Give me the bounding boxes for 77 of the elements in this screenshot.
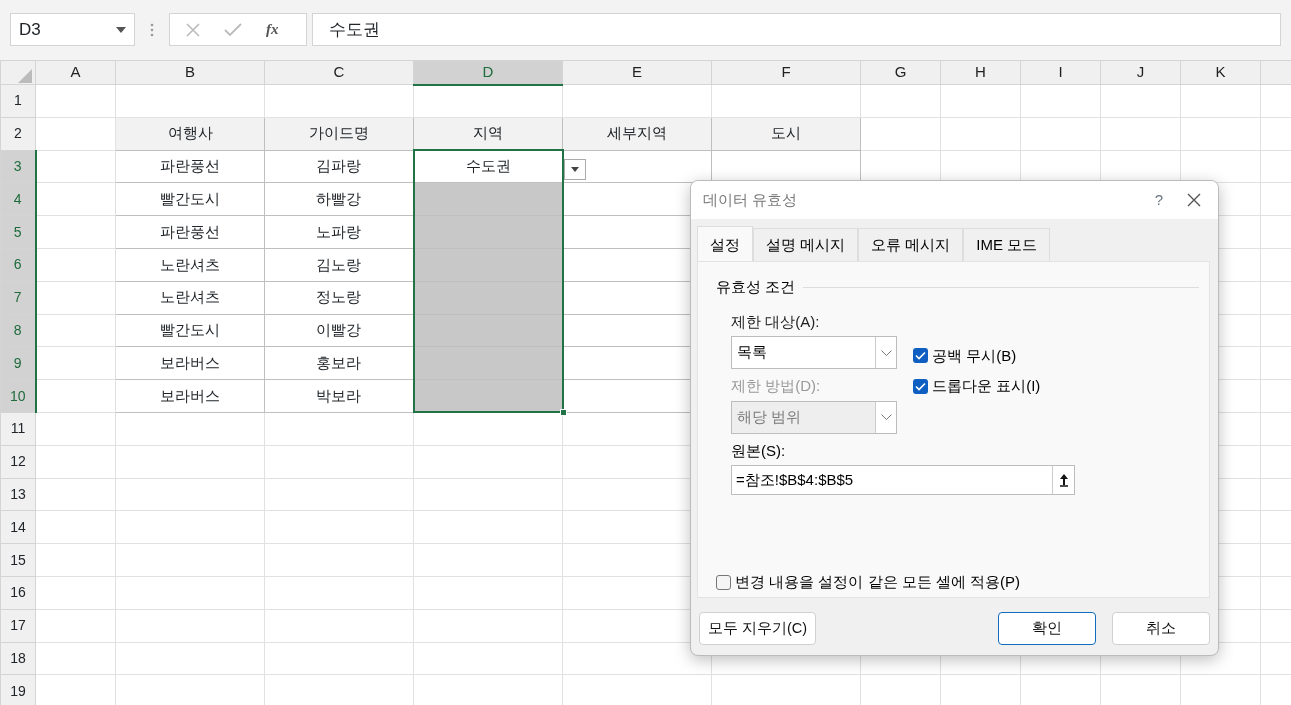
row-header[interactable]: 18 [0,642,36,675]
table-cell: 빨간도시 [115,314,265,347]
row-header[interactable]: 2 [0,117,36,151]
dialog-title: 데이터 유효성 [703,189,798,210]
table-cell: 노란셔츠 [115,281,265,315]
column-header[interactable]: I [1020,60,1101,85]
dialog-button[interactable]: 취소 [1112,612,1210,645]
row-header[interactable]: 1 [0,84,36,118]
formula-field[interactable]: 수도권 [312,13,1281,46]
row-header[interactable]: 12 [0,445,36,479]
row-header[interactable]: 13 [0,478,36,511]
header-cell: 여행사 [115,117,265,151]
checkbox[interactable] [913,378,928,394]
row-header[interactable]: 4 [0,182,36,216]
checkbox[interactable] [716,574,731,590]
column-header[interactable]: K [1180,60,1261,85]
row-header[interactable]: 3 [0,150,36,183]
checkbox-label: 드롭다운 표시(I) [932,376,1041,396]
column-header[interactable]: A [35,60,116,85]
dropdown-button[interactable] [563,159,586,181]
chevron-icon [880,414,892,420]
dialog-tab[interactable]: 설명 메시지 [753,227,859,261]
column-header[interactable]: H [940,60,1021,85]
checkbox-label: 공백 무시(B) [932,345,1017,366]
row-header[interactable]: 15 [0,543,36,577]
grip-icon [150,23,154,37]
column-header[interactable]: B [115,60,265,85]
column-header[interactable]: G [860,60,941,85]
row-header[interactable]: 19 [0,674,36,705]
caret-icon [116,26,126,33]
table-cell: 보라버스 [115,379,265,413]
row-header[interactable]: 10 [0,379,36,413]
name-box[interactable]: D3 [10,13,135,46]
close-icon[interactable] [1187,193,1201,207]
checkbox[interactable] [913,348,928,364]
help-button[interactable]: ? [1154,188,1163,212]
check-icon[interactable] [224,22,242,37]
field-label: 원본(S): [731,440,787,461]
row-header[interactable]: 8 [0,314,36,347]
dialog-button[interactable]: 확인 [998,612,1096,645]
field-label: 제한 방법(D): [731,376,822,396]
source-field[interactable]: =참조!$B$4:$B$5 [731,465,1075,495]
row-header[interactable]: 17 [0,609,36,643]
dropdown-field[interactable]: 목록 [731,336,897,369]
dialog-button[interactable]: 모두 지우기(C) [699,612,817,645]
row-header[interactable]: 14 [0,510,36,544]
caret-icon [570,167,579,173]
column-header[interactable]: J [1100,60,1181,85]
chevron-icon [880,349,892,356]
dialog-tab[interactable]: 설정 [697,225,753,261]
column-header[interactable]: E [562,60,712,85]
table-cell: 빨간도시 [115,182,265,216]
insert-function-button[interactable]: fx [266,18,279,41]
table-cell: 보라버스 [115,346,265,380]
row-header[interactable]: 5 [0,215,36,249]
arrow-up-icon [1058,473,1069,487]
column-header[interactable]: C [264,60,414,85]
column-header[interactable]: D [413,60,563,85]
row-header[interactable]: 6 [0,248,36,282]
row-header[interactable]: 9 [0,346,36,380]
header-cell: 세부지역 [562,117,712,151]
table-cell: 노란셔츠 [115,248,265,282]
row-header[interactable]: 7 [0,281,36,315]
fill-handle[interactable] [559,409,567,417]
header-cell: 도시 [711,117,861,151]
row-header[interactable]: 16 [0,576,36,610]
column-header[interactable]: F [711,60,861,85]
dialog-tab[interactable]: 오류 메시지 [858,227,964,261]
checkbox-label: 변경 내용을 설정이 같은 모든 셀에 적용(P) [735,572,1020,592]
dropdown-field: 해당 범위 [731,400,897,434]
table-cell: 파란풍선 [115,215,265,249]
row-header[interactable]: 11 [0,412,36,446]
header-cell: 가이드명 [264,117,414,151]
group-title: 유효성 조건 [716,277,796,297]
field-label: 제한 대상(A): [731,311,821,332]
table-cell: 파란풍선 [115,150,265,183]
dialog-tab[interactable]: IME 모드 [963,227,1051,261]
